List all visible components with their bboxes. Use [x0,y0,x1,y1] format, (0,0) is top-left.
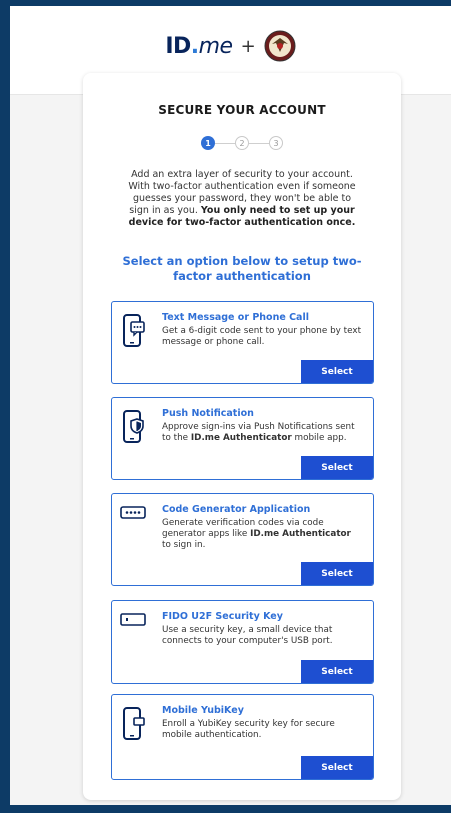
step-connector [215,142,235,144]
code-generator-icon [120,506,146,519]
phone-shield-icon [123,410,144,443]
option-description: Get a 6-digit code sent to your phone by… [162,326,362,347]
select-security-key-button[interactable]: Select [301,660,373,683]
option-push-notification[interactable]: Push Notification Approve sign-ins via P… [111,397,374,480]
intro-text: Add an extra layer of security to your a… [128,169,356,228]
step-1: 1 [201,136,215,150]
option-description: Enroll a YubiKey security key for secure… [162,719,335,740]
progress-steps: 1 2 3 [83,136,401,150]
browser-frame: ID.me + SECURE YOUR ACCOUNT 1 2 3 Add an… [0,0,451,813]
option-fido-security-key[interactable]: FIDO U2F Security Key Use a security key… [111,600,374,684]
page-title: SECURE YOUR ACCOUNT [158,103,326,117]
select-code-generator-button[interactable]: Select [301,562,373,585]
phone-message-icon [123,314,145,347]
option-title: Mobile YubiKey [162,705,244,716]
step-2: 2 [235,136,249,150]
option-description: Generate verification codes via code gen… [162,518,351,550]
option-title: Code Generator Application [162,504,311,515]
option-description: Approve sign-ins via Push Notifications … [162,422,355,443]
step-3: 3 [269,136,283,150]
select-push-notification-button[interactable]: Select [301,456,373,479]
option-title: Text Message or Phone Call [162,312,309,323]
option-text-message[interactable]: Text Message or Phone Call Get a 6-digit… [111,301,374,384]
option-title: Push Notification [162,408,254,419]
plus-sign: + [240,35,256,57]
option-description: Use a security key, a small device that … [162,625,333,646]
secure-account-card: SECURE YOUR ACCOUNT 1 2 3 Add an extra l… [83,73,401,800]
security-key-icon [120,613,146,626]
step-connector [249,142,269,144]
select-text-message-button[interactable]: Select [301,360,373,383]
idme-logo: ID.me [165,33,233,59]
mobile-yubikey-icon [123,707,145,740]
brand-bar: ID.me + [10,28,451,64]
option-title: FIDO U2F Security Key [162,611,283,622]
options-heading: Select an option below to setup two-fact… [122,254,362,283]
select-mobile-yubikey-button[interactable]: Select [301,756,373,779]
option-code-generator[interactable]: Code Generator Application Generate veri… [111,493,374,586]
va-seal-icon [264,30,296,62]
option-mobile-yubikey[interactable]: Mobile YubiKey Enroll a YubiKey security… [111,694,374,780]
